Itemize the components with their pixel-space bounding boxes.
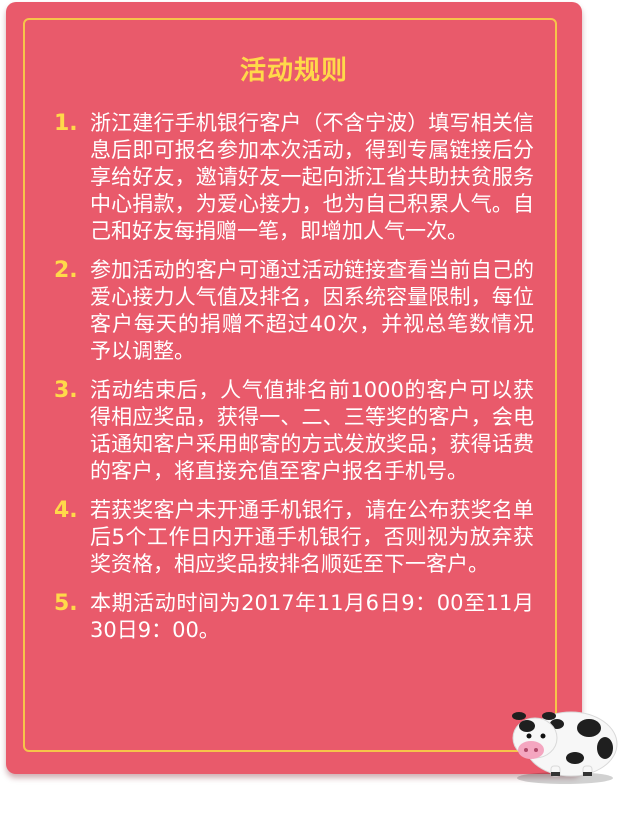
rule-item-3: 3. 活动结束后，人气值排名前1000的客户可以获得相应奖品，获得一、二、三等奖… xyxy=(54,377,534,485)
rule-number: 4. xyxy=(54,498,78,523)
rule-text: 参加活动的客户可通过活动链接查看当前自己的爱心接力人气值及排名，因系统容量限制，… xyxy=(90,258,534,363)
rule-text: 若获奖客户未开通手机银行，请在公布获奖名单后5个工作日内开通手机银行，否则视为放… xyxy=(90,498,534,576)
rule-item-1: 1. 浙江建行手机银行客户（不含宁波）填写相关信息后即可报名参加本次活动，得到专… xyxy=(54,110,534,245)
rule-number: 1. xyxy=(54,111,78,136)
rule-item-2: 2. 参加活动的客户可通过活动链接查看当前自己的爱心接力人气值及排名，因系统容量… xyxy=(54,257,534,365)
rule-text: 浙江建行手机银行客户（不含宁波）填写相关信息后即可报名参加本次活动，得到专属链接… xyxy=(90,111,534,243)
page-title: 活动规则 xyxy=(239,56,348,86)
rule-number: 5. xyxy=(54,591,78,616)
rule-item-4: 4. 若获奖客户未开通手机银行，请在公布获奖名单后5个工作日内开通手机银行，否则… xyxy=(54,497,534,578)
rule-number: 3. xyxy=(54,378,78,403)
rule-text: 本期活动时间为2017年11月6日9：00至11月30日9：00。 xyxy=(90,591,534,642)
rules-list: 1. 浙江建行手机银行客户（不含宁波）填写相关信息后即可报名参加本次活动，得到专… xyxy=(54,110,534,656)
rule-text: 活动结束后，人气值排名前1000的客户可以获得相应奖品，获得一、二、三等奖的客户… xyxy=(90,378,534,483)
cow-mascot-icon xyxy=(505,686,625,786)
rule-number: 2. xyxy=(54,258,78,283)
rule-item-5: 5. 本期活动时间为2017年11月6日9：00至11月30日9：00。 xyxy=(54,590,534,644)
